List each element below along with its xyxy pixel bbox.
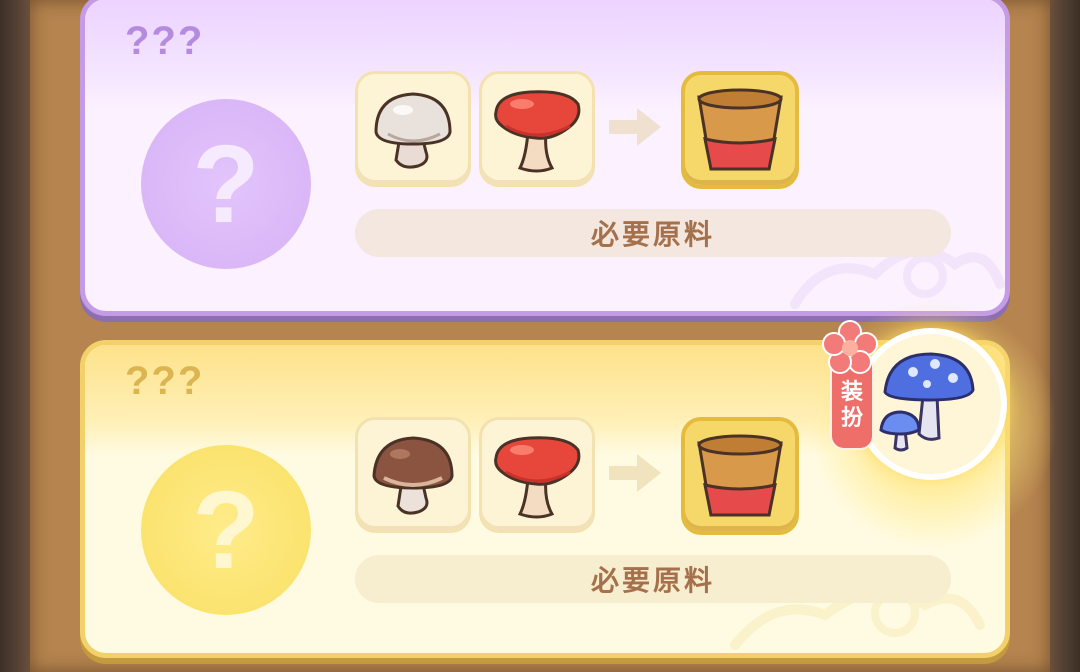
ingredient-slot-1[interactable] bbox=[355, 417, 471, 533]
recipe-title: ??? bbox=[125, 19, 205, 63]
recipe-card-1[interactable]: ??? ? 必要原料 bbox=[80, 0, 1010, 316]
recipe-title: ??? bbox=[125, 359, 205, 403]
unknown-item-icon: ? bbox=[141, 99, 311, 269]
left-frame bbox=[0, 0, 30, 672]
arrow-right-icon bbox=[609, 108, 661, 146]
flower-pot-icon bbox=[697, 88, 783, 171]
flower-icon bbox=[822, 320, 878, 374]
dress-up-tag-line1: 装 bbox=[840, 379, 863, 404]
ingredient-slot-1[interactable] bbox=[355, 71, 471, 187]
result-slot[interactable] bbox=[681, 417, 799, 535]
ingredient-slot-2[interactable] bbox=[479, 71, 595, 187]
required-materials-label: 必要原料 bbox=[355, 209, 951, 257]
white-mushroom-icon bbox=[374, 92, 452, 169]
blue-spotted-mushroom-icon bbox=[879, 352, 975, 452]
red-cap-mushroom-icon bbox=[494, 436, 581, 519]
result-slot[interactable] bbox=[681, 71, 799, 189]
right-frame bbox=[1050, 0, 1080, 672]
red-cap-mushroom-icon bbox=[494, 90, 581, 173]
required-materials-label: 必要原料 bbox=[355, 555, 951, 603]
flower-pot-icon bbox=[697, 434, 783, 517]
unknown-item-icon: ? bbox=[141, 445, 311, 615]
dress-up-tag-line2: 扮 bbox=[840, 405, 863, 430]
brown-mushroom-icon bbox=[372, 436, 454, 515]
ingredient-slot-2[interactable] bbox=[479, 417, 595, 533]
arrow-right-icon bbox=[609, 454, 661, 492]
